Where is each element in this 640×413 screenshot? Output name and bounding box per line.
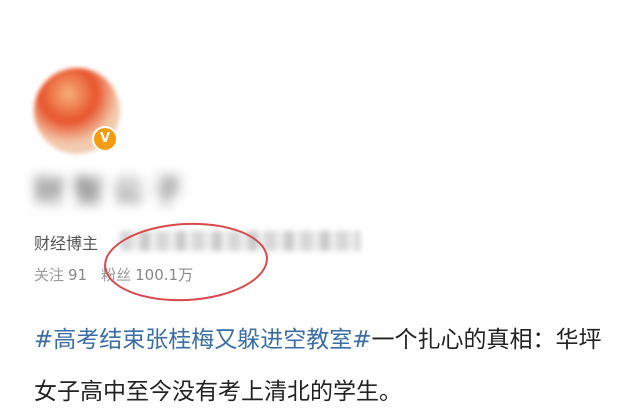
post-text-line-2: 女子高中至今没有考上清北的学生。 (34, 379, 402, 405)
following-count[interactable]: 91 (68, 266, 87, 284)
post-text-line-1: #高考结束张桂梅又躲进空教室#一个扎心的真相：华坪 (34, 320, 602, 354)
blogger-label: 财经博主 (34, 234, 99, 253)
post-text: 一个扎心的真相：华坪 (371, 327, 602, 353)
verified-badge-icon: V (92, 126, 118, 152)
following-label[interactable]: 关注 (34, 266, 64, 284)
hashtag-link[interactable]: #高考结束张桂梅又躲进空教室# (34, 327, 372, 353)
username[interactable]: 财 智 公 子 (34, 166, 183, 209)
